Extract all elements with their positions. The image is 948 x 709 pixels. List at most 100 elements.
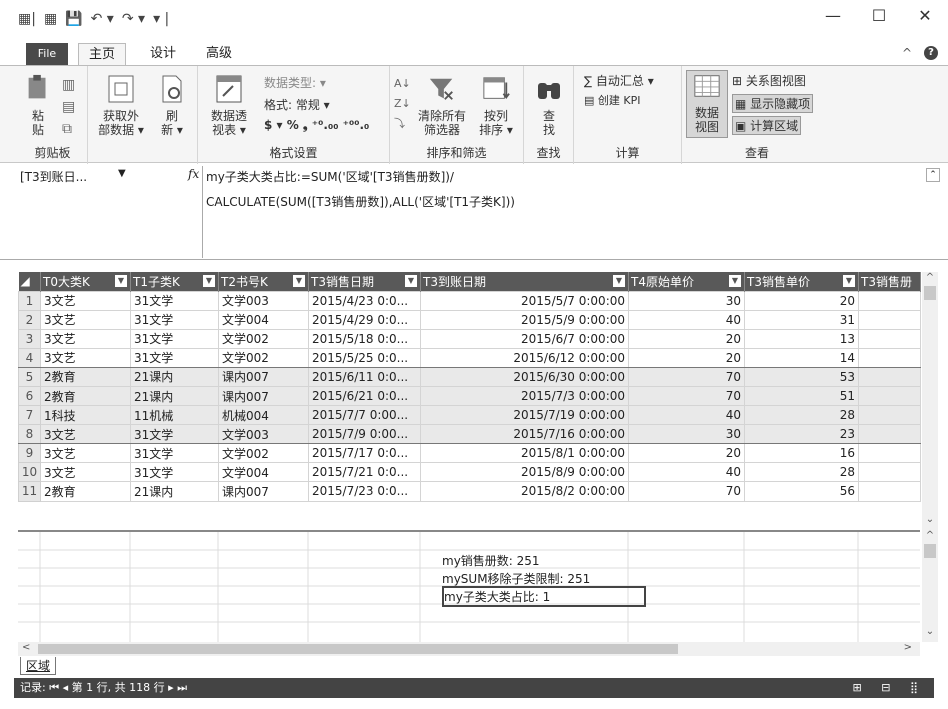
table-row[interactable]: 10 3文艺 31文学 文学004 2015/7/21 0:0... 2015/8/9 0… [18, 462, 921, 483]
table-cell[interactable]: 2015/7/16 0:00:00 [420, 424, 629, 445]
table-cell[interactable]: 2015/7/9 0:00... [308, 424, 421, 445]
horizontal-scrollbar[interactable]: < > [18, 642, 920, 656]
table-cell[interactable]: 文学002 [218, 347, 309, 368]
table-cell[interactable]: 21课内 [130, 366, 219, 387]
data-type-dropdown[interactable]: 数据类型: ▾ [264, 74, 326, 91]
table-cell[interactable]: 2015/4/29 0:0... [308, 309, 421, 330]
customize-qa-icon[interactable]: ▾ | [153, 11, 169, 27]
table-cell[interactable]: 23 [744, 424, 859, 445]
table-cell[interactable]: 2015/6/30 0:00:00 [420, 366, 629, 387]
table-cell[interactable]: 2015/6/12 0:00:00 [420, 347, 629, 368]
table-cell[interactable] [858, 385, 921, 407]
record-nav-back[interactable]: ⏮ ◂ [49, 681, 68, 694]
table-cell[interactable]: 3文艺 [40, 462, 131, 483]
table-cell[interactable]: 2015/8/9 0:00:00 [420, 462, 629, 483]
column-header[interactable]: T3销售单价 ▼ [744, 272, 859, 291]
table-cell[interactable]: 28 [744, 462, 859, 483]
table-cell[interactable]: 课内007 [218, 366, 309, 387]
table-row[interactable]: 9 3文艺 31文学 文学002 2015/7/17 0:0... 2015/8/1 0:… [18, 443, 921, 464]
tab-file[interactable]: File [26, 43, 68, 65]
table-row[interactable]: 5 2教育 21课内 课内007 2015/6/11 0:0... 2015/6/30 0… [18, 366, 921, 387]
table-cell[interactable] [858, 328, 921, 349]
row-number[interactable]: 11 [18, 481, 41, 502]
table-cell[interactable]: 13 [744, 328, 859, 349]
table-cell[interactable]: 文学003 [218, 290, 309, 311]
row-number[interactable]: 6 [18, 385, 41, 407]
column-header[interactable]: T1子类K ▼ [130, 272, 219, 291]
table-cell[interactable]: 文学003 [218, 424, 309, 445]
table-row[interactable]: 2 3文艺 31文学 文学004 2015/4/29 0:0... 2015/5/9 0:… [18, 309, 921, 330]
column-header[interactable]: T3销售日期 ▼ [308, 272, 421, 291]
row-number[interactable]: 5 [18, 366, 41, 387]
expand-formula-icon[interactable]: ⌃ [926, 168, 940, 182]
table-cell[interactable]: 3文艺 [40, 309, 131, 330]
maximize-button[interactable]: ☐ [856, 6, 902, 25]
measure-sum-remove-subcategory[interactable]: mySUM移除子类限制: 251 [442, 570, 590, 587]
sheet-tab-region[interactable]: 区域 [20, 657, 57, 675]
close-button[interactable]: ✕ [902, 6, 948, 25]
table-cell[interactable]: 2015/6/7 0:00:00 [420, 328, 629, 349]
column-header[interactable]: T2书号K ▼ [218, 272, 309, 291]
table-cell[interactable]: 2015/7/17 0:0... [308, 443, 421, 464]
pivot-table-button[interactable]: 数据透 视表 ▾ [204, 74, 254, 137]
table-cell[interactable]: 文学002 [218, 443, 309, 464]
calc-vertical-scrollbar[interactable]: ^ ⌄ [922, 530, 938, 642]
table-cell[interactable]: 31文学 [130, 424, 219, 445]
redo-icon[interactable]: ↷ ▾ [122, 11, 145, 27]
table-cell[interactable]: 2015/6/21 0:0... [308, 385, 421, 407]
minimize-button[interactable]: — [810, 6, 856, 25]
table-row[interactable]: 4 3文艺 31文学 文学002 2015/5/25 0:0... 2015/6/12 0… [18, 347, 921, 368]
help-icon[interactable]: ? [924, 46, 938, 60]
excel-icon[interactable]: ▦ [44, 11, 57, 27]
table-cell[interactable]: 31文学 [130, 290, 219, 311]
table-cell[interactable]: 2015/6/11 0:0... [308, 366, 421, 387]
table-cell[interactable]: 2015/8/2 0:00:00 [420, 481, 629, 502]
save-icon[interactable]: 💾 [65, 11, 82, 27]
undo-icon[interactable]: ↶ ▾ [91, 11, 114, 27]
table-cell[interactable]: 3文艺 [40, 290, 131, 311]
table-cell[interactable]: 2015/7/7 0:00... [308, 405, 421, 426]
table-cell[interactable]: 文学002 [218, 328, 309, 349]
table-cell[interactable]: 2015/5/9 0:00:00 [420, 309, 629, 330]
get-external-data-button[interactable]: 获取外 部数据 ▾ [96, 74, 146, 137]
table-cell[interactable]: 1科技 [40, 405, 131, 426]
tab-design[interactable]: 设计 [140, 43, 186, 65]
table-cell[interactable] [858, 462, 921, 483]
table-cell[interactable]: 机械004 [218, 405, 309, 426]
table-cell[interactable]: 70 [628, 481, 745, 502]
column-header[interactable]: T3到账日期 ▼ [420, 272, 629, 291]
table-cell[interactable] [858, 424, 921, 445]
table-cell[interactable]: 文学004 [218, 462, 309, 483]
table-cell[interactable]: 文学004 [218, 309, 309, 330]
grid-vertical-scrollbar[interactable]: ^ ⌄ [922, 272, 938, 530]
row-number[interactable]: 3 [18, 328, 41, 349]
table-cell[interactable] [858, 366, 921, 387]
table-cell[interactable]: 28 [744, 405, 859, 426]
table-cell[interactable]: 56 [744, 481, 859, 502]
table-cell[interactable]: 51 [744, 385, 859, 407]
table-cell[interactable]: 20 [628, 328, 745, 349]
table-row[interactable]: 7 1科技 11机械 机械004 2015/7/7 0:00... 2015/7/19 0… [18, 405, 921, 426]
table-cell[interactable]: 2015/7/21 0:0... [308, 462, 421, 483]
row-number[interactable]: 7 [18, 405, 41, 426]
tab-advanced[interactable]: 高级 [196, 43, 242, 65]
table-cell[interactable]: 31文学 [130, 462, 219, 483]
table-cell[interactable]: 2015/7/23 0:0... [308, 481, 421, 502]
autosum-button[interactable]: ∑ 自动汇总 ▾ [584, 72, 654, 89]
table-cell[interactable]: 31文学 [130, 309, 219, 330]
measure-sales-count[interactable]: my销售册数: 251 [442, 552, 540, 569]
collapse-ribbon-icon[interactable]: ^ [902, 46, 912, 60]
table-cell[interactable] [858, 481, 921, 502]
column-header[interactable]: T4原始单价 ▼ [628, 272, 745, 291]
view-switch-icons[interactable]: ⊞ ⊟ ⣿ [853, 678, 926, 698]
table-cell[interactable]: 3文艺 [40, 424, 131, 445]
format-dropdown[interactable]: 格式: 常规 ▾ [264, 96, 330, 113]
table-cell[interactable]: 21课内 [130, 385, 219, 407]
table-cell[interactable]: 40 [628, 405, 745, 426]
table-cell[interactable]: 20 [628, 443, 745, 464]
column-header[interactable]: T3销售册 [858, 272, 921, 291]
data-view-button[interactable]: 数据 视图 [686, 70, 728, 138]
table-cell[interactable]: 30 [628, 424, 745, 445]
calculation-area-button[interactable]: ▣ 计算区域 [732, 116, 802, 135]
table-cell[interactable]: 14 [744, 347, 859, 368]
